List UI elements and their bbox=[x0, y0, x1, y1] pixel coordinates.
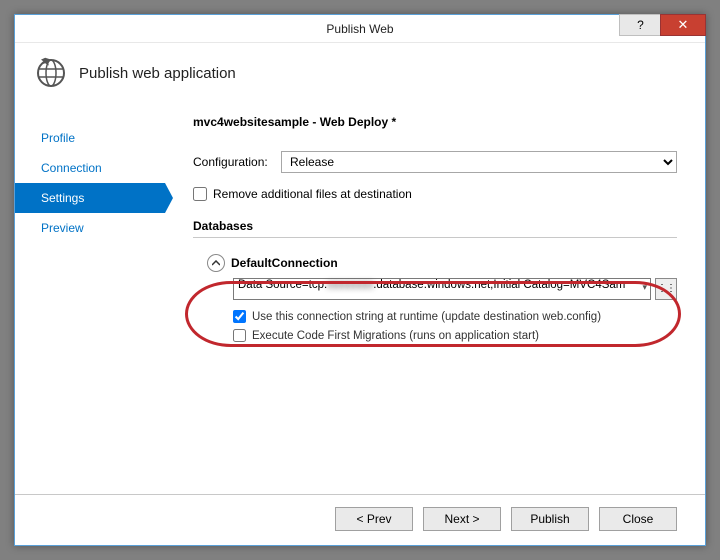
window-title: Publish Web bbox=[15, 22, 705, 36]
use-runtime-row: Use this connection string at runtime (u… bbox=[233, 310, 677, 323]
remove-additional-row: Remove additional files at destination bbox=[193, 187, 677, 201]
dialog-header: Publish web application bbox=[15, 43, 705, 99]
nav-item-preview[interactable]: Preview bbox=[15, 213, 165, 243]
prev-button[interactable]: < Prev bbox=[335, 507, 413, 531]
use-runtime-checkbox[interactable] bbox=[233, 310, 246, 323]
collapse-button[interactable] bbox=[207, 254, 225, 272]
configuration-row: Configuration: Release bbox=[193, 151, 677, 173]
nav-item-connection[interactable]: Connection bbox=[15, 153, 165, 183]
dialog-body: Profile Connection Settings Preview mvc4… bbox=[15, 99, 705, 494]
close-button[interactable]: Close bbox=[599, 507, 677, 531]
use-runtime-label: Use this connection string at runtime (u… bbox=[252, 311, 601, 323]
database-header: DefaultConnection bbox=[207, 254, 677, 272]
database-block: DefaultConnection Data Source=tcp:xxxxxx… bbox=[207, 254, 677, 342]
connection-string-row: Data Source=tcp:xxxxxxxx.database.window… bbox=[233, 278, 677, 300]
chevron-up-icon bbox=[212, 258, 220, 269]
dialog-footer: < Prev Next > Publish Close bbox=[15, 494, 705, 545]
sidebar: Profile Connection Settings Preview bbox=[15, 103, 165, 494]
window-controls: ? ✕ bbox=[619, 15, 705, 42]
browse-connection-button[interactable]: ⋮⋮ bbox=[655, 278, 677, 300]
divider bbox=[193, 237, 677, 238]
connection-string-wrap: Data Source=tcp:xxxxxxxx.database.window… bbox=[233, 278, 651, 300]
titlebar: Publish Web ? ✕ bbox=[15, 15, 705, 43]
publish-button[interactable]: Publish bbox=[511, 507, 589, 531]
help-button[interactable]: ? bbox=[619, 14, 661, 36]
main-panel: mvc4websitesample - Web Deploy * Configu… bbox=[165, 103, 705, 494]
globe-icon bbox=[35, 57, 67, 89]
configuration-select[interactable]: Release bbox=[281, 151, 677, 173]
remove-additional-checkbox[interactable] bbox=[193, 187, 207, 201]
help-icon: ? bbox=[637, 18, 644, 32]
remove-additional-label: Remove additional files at destination bbox=[213, 187, 412, 201]
exec-migrations-label: Execute Code First Migrations (runs on a… bbox=[252, 330, 539, 342]
close-icon: ✕ bbox=[678, 17, 689, 33]
connection-string-input[interactable]: Data Source=tcp:xxxxxxxx.database.window… bbox=[233, 278, 651, 300]
configuration-label: Configuration: bbox=[193, 155, 281, 169]
nav-item-settings[interactable]: Settings bbox=[15, 183, 165, 213]
exec-migrations-row: Execute Code First Migrations (runs on a… bbox=[233, 329, 677, 342]
dialog-title: Publish web application bbox=[79, 65, 236, 82]
databases-heading: Databases bbox=[193, 219, 677, 233]
next-button[interactable]: Next > bbox=[423, 507, 501, 531]
database-name: DefaultConnection bbox=[231, 256, 338, 270]
nav-item-profile[interactable]: Profile bbox=[15, 123, 165, 153]
ellipsis-icon: ⋮⋮ bbox=[657, 287, 675, 291]
close-window-button[interactable]: ✕ bbox=[660, 14, 706, 36]
page-title: mvc4websitesample - Web Deploy * bbox=[193, 115, 677, 129]
dialog-window: Publish Web ? ✕ Publish web application … bbox=[14, 14, 706, 546]
exec-migrations-checkbox[interactable] bbox=[233, 329, 246, 342]
